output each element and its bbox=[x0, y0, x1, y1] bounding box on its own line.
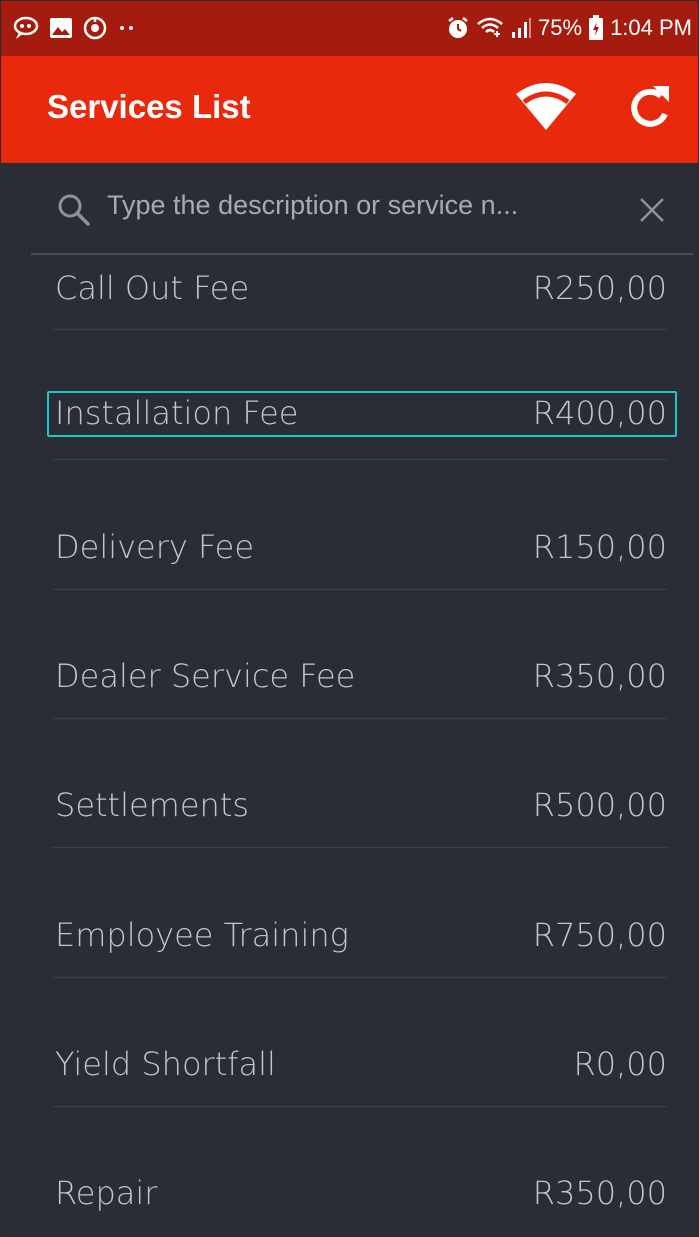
refresh-button[interactable] bbox=[625, 80, 675, 136]
app-screen: 75% 1:04 PM Services List Type the descr… bbox=[0, 0, 699, 1237]
app-toolbar: Services List bbox=[1, 56, 698, 163]
close-icon[interactable] bbox=[639, 197, 665, 223]
page-title: Services List bbox=[47, 88, 251, 125]
service-name: Installation Fee bbox=[55, 394, 299, 432]
service-price: R750,00 bbox=[532, 916, 667, 954]
search-bar bbox=[31, 163, 693, 255]
wifi-button[interactable] bbox=[514, 80, 578, 136]
chat-bubble-icon bbox=[13, 16, 39, 40]
list-divider bbox=[53, 329, 667, 330]
list-item[interactable]: Delivery Fee R150,00 bbox=[53, 528, 667, 568]
service-name: Yield Shortfall bbox=[55, 1045, 276, 1083]
list-divider bbox=[53, 718, 667, 719]
service-price: R350,00 bbox=[532, 657, 667, 695]
status-bar-notifications bbox=[13, 13, 137, 43]
list-divider bbox=[53, 589, 667, 590]
clock: 1:04 PM bbox=[610, 15, 692, 40]
more-dots-icon bbox=[117, 23, 137, 33]
list-item[interactable]: Settlements R500,00 bbox=[53, 786, 667, 826]
service-price: R350,00 bbox=[532, 1174, 667, 1212]
list-divider bbox=[53, 847, 667, 848]
service-name: Delivery Fee bbox=[55, 528, 255, 566]
gallery-icon bbox=[49, 17, 73, 39]
service-price: R150,00 bbox=[532, 528, 667, 566]
battery-charging-icon bbox=[588, 15, 604, 41]
battery-percent: 75% bbox=[538, 15, 583, 40]
list-divider bbox=[53, 459, 667, 460]
service-name: Repair bbox=[55, 1174, 158, 1212]
search-icon bbox=[58, 194, 90, 226]
signal-icon bbox=[510, 16, 532, 40]
list-divider bbox=[53, 1106, 667, 1107]
service-price: R250,00 bbox=[532, 269, 667, 307]
list-item[interactable]: Repair R350,00 bbox=[53, 1174, 667, 1214]
list-item[interactable]: Employee Training R750,00 bbox=[53, 916, 667, 956]
search-input[interactable] bbox=[107, 183, 627, 227]
service-price: R0,00 bbox=[573, 1045, 667, 1083]
wifi-calling-icon bbox=[476, 16, 504, 40]
list-item[interactable]: Installation Fee R400,00 bbox=[53, 394, 667, 434]
alarm-icon bbox=[446, 16, 470, 40]
status-bar: 75% 1:04 PM bbox=[1, 1, 698, 56]
refresh-icon bbox=[631, 86, 669, 127]
list-item[interactable]: Yield Shortfall R0,00 bbox=[53, 1045, 667, 1085]
camera-app-icon bbox=[83, 16, 107, 40]
list-item[interactable]: Dealer Service Fee R350,00 bbox=[53, 657, 667, 697]
service-name: Dealer Service Fee bbox=[55, 657, 356, 695]
status-bar-system: 75% 1:04 PM bbox=[446, 13, 692, 43]
service-name: Settlements bbox=[55, 786, 250, 824]
list-item[interactable]: Call Out Fee R250,00 bbox=[53, 269, 667, 309]
wifi-icon bbox=[516, 83, 576, 130]
list-divider bbox=[53, 977, 667, 978]
service-price: R500,00 bbox=[532, 786, 667, 824]
service-price: R400,00 bbox=[532, 394, 667, 432]
service-name: Call Out Fee bbox=[55, 269, 250, 307]
service-name: Employee Training bbox=[55, 916, 349, 954]
